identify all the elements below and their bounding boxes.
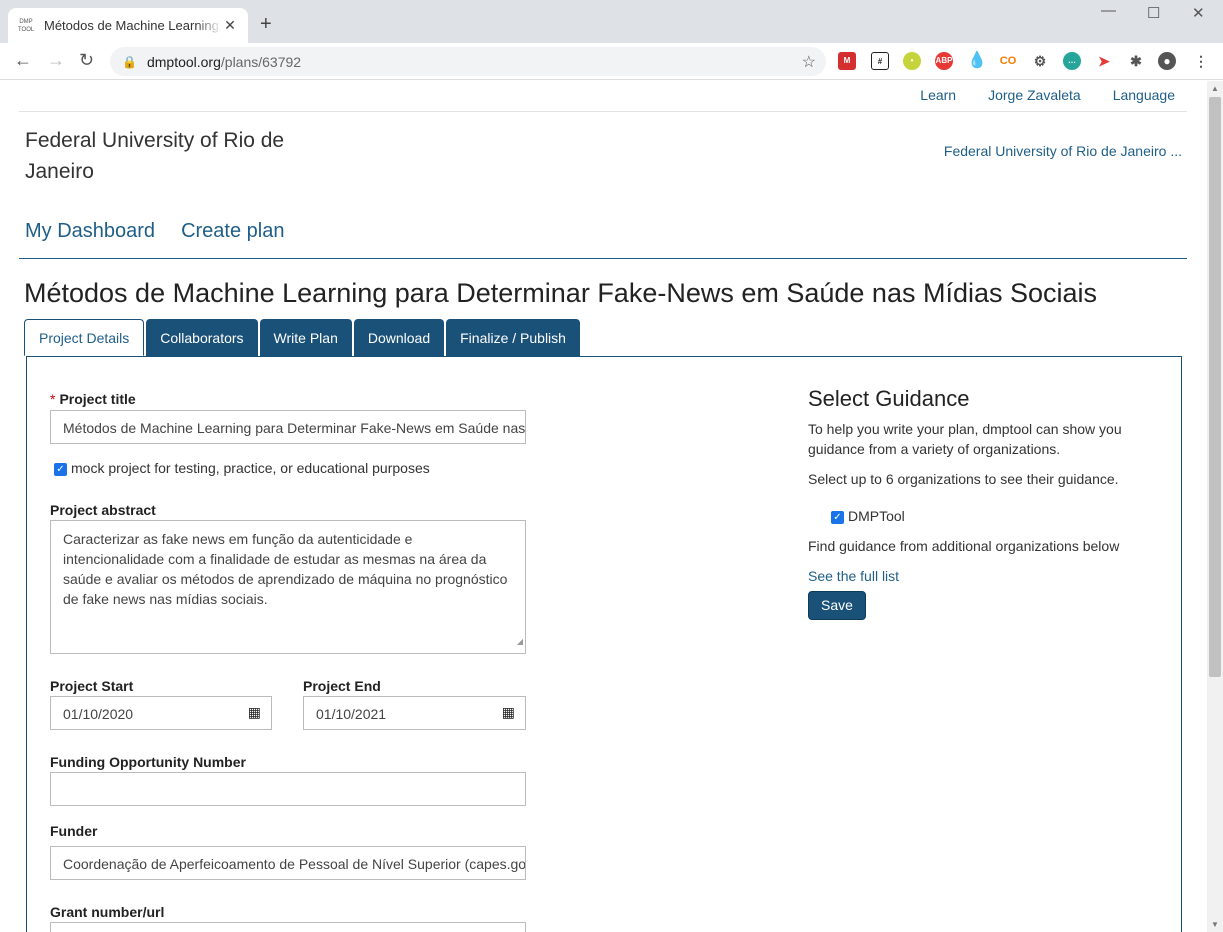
page-title: Métodos de Machine Learning para Determi… (24, 278, 1098, 308)
tab-close-icon[interactable]: ✕ (222, 17, 238, 34)
browser-tabstrip: DMP TOOL Métodos de Machine Learning par… (0, 0, 1223, 43)
top-nav: Learn Jorge Zavaleta Language (920, 87, 1175, 103)
project-start-value: 01/10/2020 (63, 706, 134, 722)
guidance-select-text: Select up to 6 organizations to see thei… (808, 471, 1119, 487)
browser-menu-icon[interactable]: ⋮ (1192, 52, 1210, 70)
grant-number-label: Grant number/url (50, 904, 165, 920)
browser-toolbar: ← → ↻ 🔒 dmptool.org/plans/63792 ☆ M # • … (0, 43, 1223, 80)
scroll-up-icon[interactable]: ▲ (1211, 84, 1219, 93)
address-bar[interactable]: 🔒 dmptool.org/plans/63792 ☆ (110, 47, 826, 76)
language-link[interactable]: Language (1113, 87, 1175, 103)
funding-opportunity-input[interactable] (50, 772, 526, 806)
project-title-label: * Project title (50, 391, 136, 407)
plan-tabs: Project Details Collaborators Write Plan… (24, 319, 580, 356)
mock-project-label: mock project for testing, practice, or e… (71, 460, 430, 476)
funder-label: Funder (50, 823, 98, 839)
project-abstract-text: Caracterizar as fake news em função da a… (63, 531, 508, 607)
project-end-label: Project End (303, 678, 381, 694)
create-plan-link[interactable]: Create plan (181, 220, 284, 243)
mendeley-extension-icon[interactable]: M (838, 52, 856, 70)
user-menu-link[interactable]: Jorge Zavaleta (988, 87, 1081, 103)
project-title-input[interactable]: Métodos de Machine Learning para Determi… (50, 410, 526, 444)
profile-avatar-icon[interactable]: ● (1158, 52, 1176, 70)
calendar-icon[interactable]: ▦ (502, 704, 515, 721)
funder-input[interactable]: Coordenação de Aperfeicoamento de Pessoa… (50, 846, 526, 880)
window-close-icon[interactable]: ✕ (1192, 4, 1205, 22)
my-dashboard-link[interactable]: My Dashboard (25, 220, 155, 243)
top-divider (19, 111, 1187, 112)
funding-opportunity-label: Funding Opportunity Number (50, 754, 246, 770)
url-host: dmptool.org (146, 53, 221, 70)
grant-number-input[interactable] (50, 922, 526, 932)
org-logo-link[interactable]: Federal University of Rio de Janeiro ... (944, 143, 1182, 159)
tab-project-details[interactable]: Project Details (24, 319, 145, 356)
tab-title: Métodos de Machine Learning para Determi… (44, 18, 222, 33)
resize-handle-icon[interactable]: ◢ (517, 632, 523, 652)
tab-collaborators[interactable]: Collaborators (146, 319, 258, 356)
dmptool-guidance-checkbox[interactable]: ✓ (831, 511, 844, 524)
new-tab-icon[interactable]: + (260, 13, 272, 36)
chat-extension-icon[interactable]: … (1063, 52, 1081, 70)
cursor-extension-icon[interactable]: ➤ (1095, 52, 1113, 70)
nav-divider (19, 258, 1187, 259)
select-guidance-heading: Select Guidance (808, 386, 970, 411)
project-start-input[interactable]: 01/10/2020 ▦ (50, 696, 272, 730)
tab-finalize-publish[interactable]: Finalize / Publish (446, 319, 580, 356)
reload-icon[interactable]: ↻ (79, 50, 94, 71)
minimize-icon[interactable]: — (1101, 2, 1116, 19)
forward-icon[interactable]: → (47, 50, 65, 71)
project-abstract-label: Project abstract (50, 502, 156, 518)
tab-write-plan[interactable]: Write Plan (259, 319, 352, 356)
dmptool-favicon-icon: DMP TOOL (18, 18, 35, 33)
learn-link[interactable]: Learn (920, 87, 956, 103)
bookmark-star-icon[interactable]: ☆ (802, 52, 816, 72)
scroll-down-icon[interactable]: ▼ (1211, 920, 1219, 929)
grid-extension-icon[interactable]: # (871, 52, 889, 70)
project-end-value: 01/10/2021 (316, 706, 387, 722)
see-full-list-link[interactable]: See the full list (808, 568, 899, 584)
maximize-icon[interactable]: ☐ (1147, 4, 1160, 22)
main-nav: My Dashboard Create plan (25, 220, 284, 243)
adblock-extension-icon[interactable]: ABP (935, 52, 953, 70)
calendar-icon[interactable]: ▦ (248, 704, 261, 721)
co-extension-icon[interactable]: CO (999, 52, 1017, 70)
scrollbar-thumb[interactable] (1209, 97, 1221, 677)
project-details-panel: * Project title Métodos de Machine Learni… (26, 356, 1182, 932)
browser-tab[interactable]: DMP TOOL Métodos de Machine Learning par… (8, 8, 248, 43)
project-abstract-textarea[interactable]: Caracterizar as fake news em função da a… (50, 520, 526, 654)
project-title-label-text: Project title (59, 391, 136, 407)
page-scrollbar[interactable]: ▲ ▼ (1207, 81, 1223, 932)
drop-extension-icon[interactable]: 💧 (967, 52, 987, 70)
lock-icon: 🔒 (122, 54, 137, 69)
dmptool-guidance-label: DMPTool (848, 508, 905, 524)
find-guidance-text: Find guidance from additional organizati… (808, 538, 1120, 554)
project-start-label: Project Start (50, 678, 134, 694)
page: Learn Jorge Zavaleta Language Federal Un… (0, 81, 1207, 932)
mock-project-checkbox[interactable]: ✓ (54, 463, 67, 476)
gear-extension-icon[interactable]: ⚙ (1031, 52, 1049, 70)
puzzle-extensions-icon[interactable]: ✱ (1127, 52, 1145, 70)
save-guidance-button[interactable]: Save (808, 591, 866, 620)
back-icon[interactable]: ← (14, 50, 32, 71)
lime-extension-icon[interactable]: • (903, 52, 921, 70)
org-name: Federal University of Rio de Janeiro (25, 129, 285, 183)
required-marker: * (50, 391, 56, 407)
project-end-input[interactable]: 01/10/2021 ▦ (303, 696, 526, 730)
guidance-intro-text: To help you write your plan, dmptool can… (808, 421, 1122, 457)
tab-download[interactable]: Download (353, 319, 445, 356)
url-path: /plans/63792 (220, 53, 302, 70)
